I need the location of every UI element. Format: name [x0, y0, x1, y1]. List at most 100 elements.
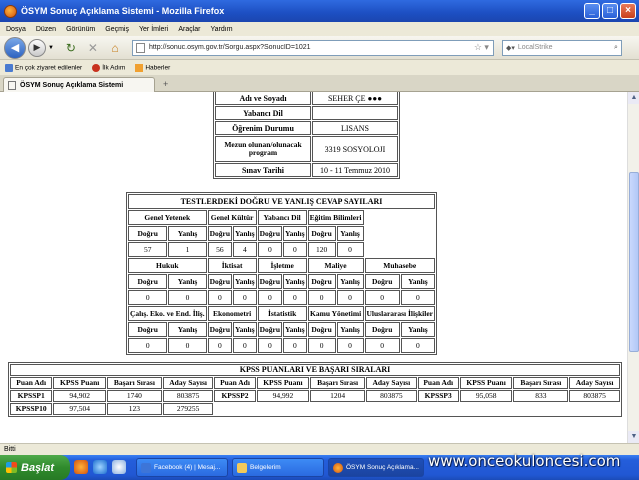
menu-tools[interactable]: Araçlar: [178, 26, 200, 33]
foreign-language-value: [312, 106, 398, 120]
folder-icon: [237, 462, 247, 473]
table-row: Doğru Yanlış Doğru Yanlış Doğru Yanlış Doğru Ya…: [128, 322, 435, 337]
correct-count: 56: [207, 242, 233, 257]
home-icon[interactable]: ⌂: [107, 40, 123, 56]
minimize-button[interactable]: _: [584, 3, 600, 19]
correct-count: 0: [364, 290, 400, 305]
score-value: 97,504: [53, 403, 107, 415]
table-row: Sınav Tarihi 10 - 11 Temmuz 2010: [215, 163, 398, 177]
kpss-scores-table: KPSS PUANLARI VE BAŞARI SIRALARI Puan Adı…: [8, 362, 622, 417]
bookmark-label: En çok ziyaret edilenler: [15, 64, 83, 72]
test-group-name: İşletme: [257, 258, 307, 273]
table-row: KPSSP10 97,504 123 279255: [10, 403, 620, 415]
bookmark-label: İlk Adım: [102, 64, 126, 72]
forward-button[interactable]: ▶: [28, 38, 46, 57]
bookmark-first-steps[interactable]: İlk Adım: [92, 63, 126, 72]
score-column-header: KPSS Puanı: [53, 377, 107, 389]
empty-cell: [310, 403, 365, 415]
page-icon: [8, 80, 16, 90]
table-row: 0000000000: [128, 338, 435, 353]
score-value: 94,902: [53, 390, 107, 402]
score-name: KPSSP3: [417, 390, 459, 402]
quick-launch: [74, 460, 126, 474]
scores-title: KPSS PUANLARI VE BAŞARI SIRALARI: [10, 364, 620, 376]
exam-date-label: Sınav Tarihi: [215, 163, 311, 177]
table-row: Adı ve Soyadı SEHER ÇE ●●●: [215, 92, 398, 105]
wrong-header: Yanlış: [336, 274, 364, 289]
stop-icon[interactable]: ✕: [85, 40, 101, 56]
wrong-header: Yanlış: [336, 322, 364, 337]
taskbar-item-osym[interactable]: ÖSYM Sonuç Açıklama...: [328, 458, 424, 477]
table-row: KPSS PUANLARI VE BAŞARI SIRALARI: [10, 364, 620, 376]
menu-file[interactable]: Dosya: [6, 26, 26, 33]
correct-count: 57: [128, 242, 168, 257]
taskbar-item-facebook[interactable]: Facebook (4) | Mesaj...: [136, 458, 228, 477]
wrong-header: Yanlış: [168, 322, 207, 337]
start-button[interactable]: Başlat: [0, 455, 70, 480]
menu-view[interactable]: Görünüm: [66, 26, 95, 33]
score-column-header: Başarı Sırası: [107, 377, 162, 389]
bookmark-most-visited[interactable]: En çok ziyaret edilenler: [5, 63, 83, 72]
menu-help[interactable]: Yardım: [211, 26, 233, 33]
menu-history[interactable]: Geçmiş: [105, 26, 129, 33]
maximize-button[interactable]: □: [602, 3, 618, 19]
test-group-name: Yabancı Dil: [257, 210, 307, 225]
score-value: 94,992: [256, 390, 310, 402]
score-value: 95,058: [459, 390, 513, 402]
menu-bar: Dosya Düzen Görünüm Geçmiş Yer İmleri Ar…: [0, 22, 639, 36]
empty-cell: [214, 403, 255, 415]
wrong-header: Yanlış: [283, 226, 307, 241]
table-row: Mezun olunan/olunacak program 3319 SOSYO…: [215, 136, 398, 162]
menu-edit[interactable]: Düzen: [36, 26, 56, 33]
search-engine-icon[interactable]: ◆▾: [506, 44, 515, 52]
vertical-scrollbar[interactable]: ▲ ▼: [627, 92, 639, 443]
media-quicklaunch-icon[interactable]: [112, 460, 126, 474]
close-button[interactable]: ×: [620, 3, 636, 19]
wrong-count: 0: [233, 338, 257, 353]
menu-bookmarks[interactable]: Yer İmleri: [139, 26, 168, 33]
empty-cell: [418, 403, 459, 415]
history-dropdown-icon[interactable]: ▼: [48, 45, 54, 51]
scroll-up-arrow-icon[interactable]: ▲: [628, 92, 639, 104]
empty-cell: [365, 226, 435, 241]
name-value: SEHER ÇE ●●●: [312, 92, 398, 105]
score-column-header: Başarı Sırası: [310, 377, 365, 389]
back-button[interactable]: ◀: [4, 36, 26, 59]
wrong-count: 0: [283, 290, 307, 305]
tab-label: ÖSYM Sonuç Açıklama Sistemi: [20, 81, 124, 89]
empty-cell: [569, 403, 620, 415]
wrong-count: 0: [283, 338, 307, 353]
url-bar[interactable]: http://sonuc.osym.gov.tr/Sorgu.aspx?Sonu…: [131, 39, 494, 56]
bookmark-news[interactable]: Haberler: [135, 63, 170, 72]
correct-header: Doğru: [207, 226, 233, 241]
ie-quicklaunch-icon[interactable]: [93, 460, 107, 474]
taskbar-item-documents[interactable]: Belgelerim: [232, 458, 324, 477]
wrong-header: Yanlış: [283, 274, 307, 289]
personal-info-table: Adı ve Soyadı SEHER ÇE ●●● Yabancı Dil Ö…: [213, 92, 400, 179]
correct-header: Doğru: [307, 274, 336, 289]
correct-count: 0: [257, 242, 283, 257]
tab-osym[interactable]: ÖSYM Sonuç Açıklama Sistemi: [3, 77, 155, 92]
score-column-header: Puan Adı: [417, 377, 459, 389]
url-text: http://sonuc.osym.gov.tr/Sorgu.aspx?Sonu…: [148, 44, 311, 51]
search-input[interactable]: ◆▾ LocalStrike ⌕: [501, 39, 622, 56]
empty-cell: [365, 242, 435, 257]
correct-header: Doğru: [207, 274, 233, 289]
wrong-count: 0: [400, 290, 435, 305]
score-column-header: Puan Adı: [214, 377, 256, 389]
search-icon[interactable]: ⌕: [614, 44, 618, 52]
table-row: Doğru Yanlış Doğru Yanlış Doğru Yanlış Doğru Ya…: [128, 226, 435, 241]
navigation-toolbar: ◀ ▶ ▼ ↻ ✕ ⌂ http://sonuc.osym.gov.tr/Sor…: [0, 36, 639, 60]
correct-count: 0: [257, 338, 283, 353]
wrong-header: Yanlış: [168, 274, 207, 289]
firefox-quicklaunch-icon[interactable]: [74, 460, 88, 474]
score-value: 1740: [107, 390, 162, 402]
scroll-thumb[interactable]: [629, 172, 639, 352]
wrong-header: Yanlış: [283, 322, 307, 337]
reload-icon[interactable]: ↻: [63, 40, 79, 56]
taskbar-item-label: ÖSYM Sonuç Açıklama...: [346, 464, 419, 471]
new-tab-button[interactable]: +: [163, 79, 168, 89]
test-group-name: Kamu Yönetimi: [307, 306, 364, 321]
scroll-down-arrow-icon[interactable]: ▼: [628, 431, 639, 443]
bookmark-star-icon[interactable]: ☆ ▾: [474, 42, 489, 53]
